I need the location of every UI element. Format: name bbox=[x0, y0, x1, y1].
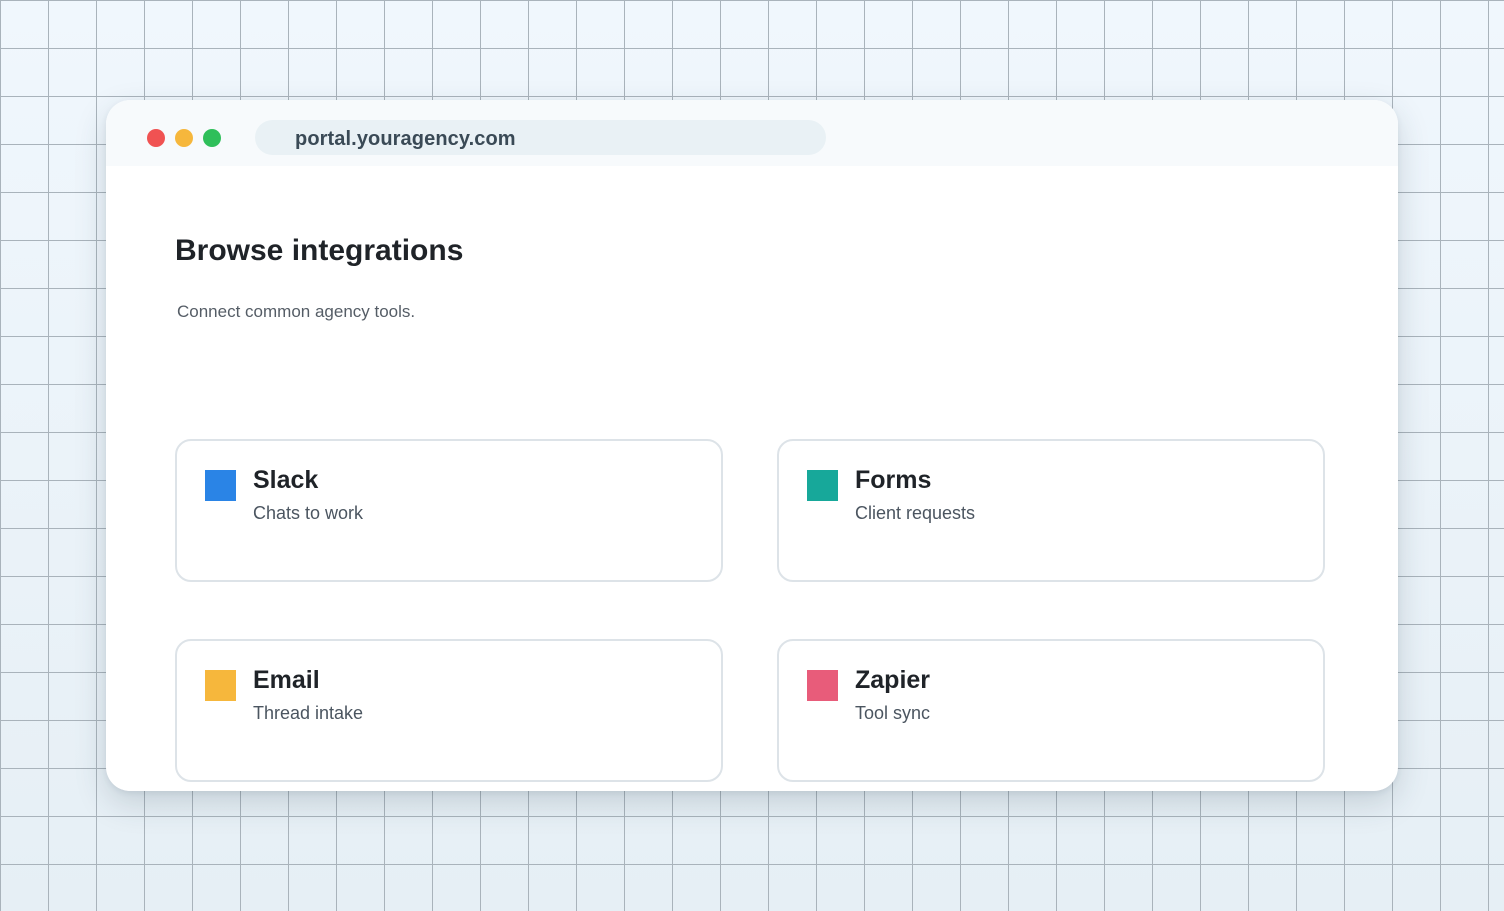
integration-description: Chats to work bbox=[253, 503, 364, 523]
integration-card-email[interactable]: Email Thread intake bbox=[175, 639, 723, 782]
close-window-button[interactable] bbox=[147, 129, 165, 147]
page-subtitle: Connect common agency tools. bbox=[177, 302, 416, 321]
integration-description: Client requests bbox=[855, 503, 976, 523]
zapier-color-icon bbox=[807, 670, 838, 701]
address-bar-url: portal.youragency.com bbox=[295, 128, 516, 150]
browser-window: portal.youragency.com Browse integration… bbox=[106, 100, 1398, 791]
integration-description: Thread intake bbox=[253, 703, 364, 723]
integration-name: Slack bbox=[253, 466, 319, 494]
browser-titlebar: portal.youragency.com bbox=[106, 100, 1398, 166]
integration-name: Zapier bbox=[855, 666, 931, 694]
integration-name: Email bbox=[253, 666, 320, 694]
integration-description: Tool sync bbox=[855, 703, 931, 723]
page-title: Browse integrations bbox=[175, 234, 464, 267]
integration-name: Forms bbox=[855, 466, 932, 494]
integration-card-zapier[interactable]: Zapier Tool sync bbox=[777, 639, 1325, 782]
integration-card-forms[interactable]: Forms Client requests bbox=[777, 439, 1325, 582]
minimize-window-button[interactable] bbox=[175, 129, 193, 147]
integration-card-slack[interactable]: Slack Chats to work bbox=[175, 439, 723, 582]
forms-color-icon bbox=[807, 470, 838, 501]
address-bar[interactable]: portal.youragency.com bbox=[255, 120, 826, 155]
slack-color-icon bbox=[205, 470, 236, 501]
email-color-icon bbox=[205, 670, 236, 701]
maximize-window-button[interactable] bbox=[203, 129, 221, 147]
